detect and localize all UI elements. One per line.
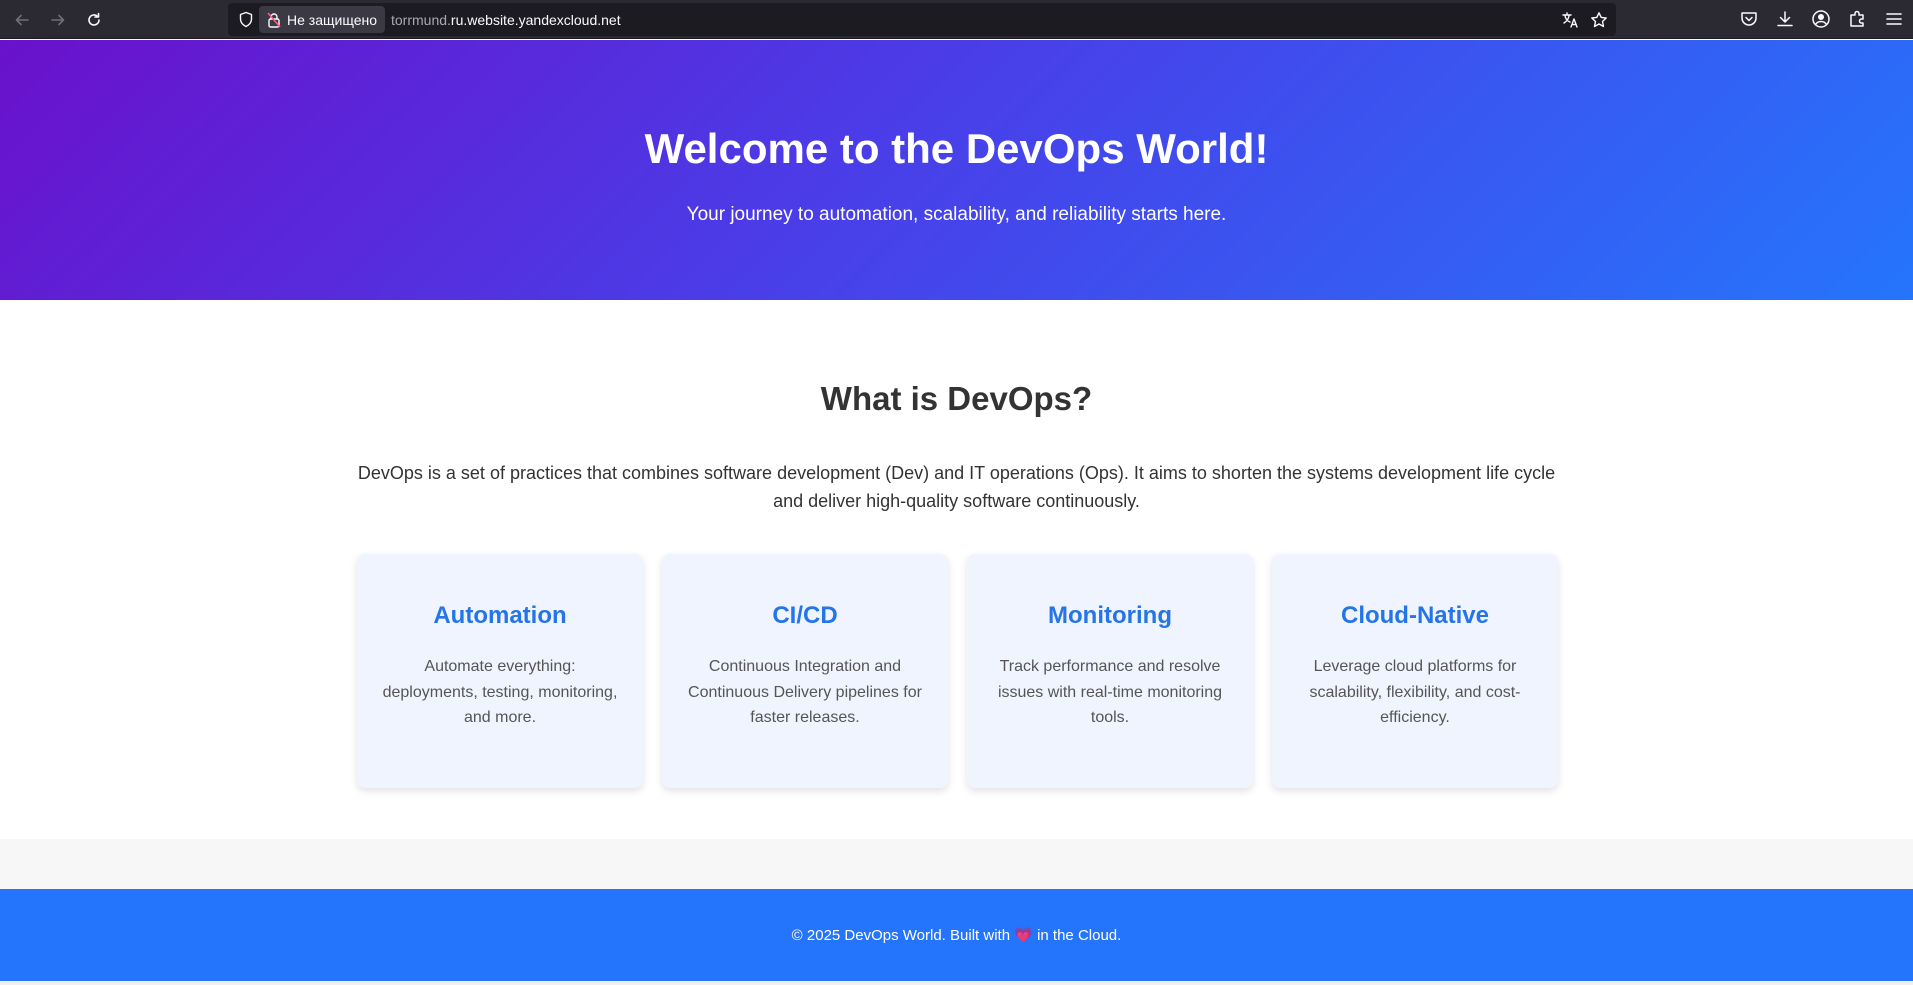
card-text: Leverage cloud platforms for scalability… [1309,658,1521,726]
section-title: What is DevOps? [820,380,1093,417]
pocket-icon [1741,12,1757,26]
reload-button[interactable] [80,6,108,34]
extensions-icon [1850,10,1864,27]
account-icon [1812,10,1830,28]
heart-icon: 💗 [1014,927,1033,944]
hero-subtitle: Your journey to automation, scalability,… [686,204,1227,225]
bottom-edge [0,981,1913,985]
card-title: Cloud-Native [1340,602,1489,629]
pocket-button[interactable] [1739,9,1759,29]
bookmark-star-icon [1591,12,1607,28]
menu-icon [1886,13,1902,25]
feature-card-cicd: CI/CD Continuous Integration and Continu… [662,554,948,788]
back-icon [15,14,29,26]
footer-prefix: © 2025 DevOps World. Built with [791,927,1011,944]
card-title: CI/CD [772,602,838,629]
footer-suffix: in the Cloud. [1037,927,1122,944]
extensions-button[interactable] [1847,9,1867,29]
feature-card-monitoring: Monitoring Track performance and resolve… [967,554,1253,788]
menu-button[interactable] [1884,9,1904,29]
url-subdomain: torrmund. [391,12,451,28]
forward-button[interactable] [44,6,72,34]
lock-slash-icon [267,11,281,28]
account-button[interactable] [1811,9,1831,29]
hero-banner: Welcome to the DevOps World! Your journe… [0,40,1913,300]
security-label: Не защищено [287,11,377,28]
hero-title: Welcome to the DevOps World! [644,125,1269,172]
translate-button[interactable] [1561,11,1579,29]
browser-toolbar: Не защищено torrmund.ru.website.yandexcl… [0,0,1913,39]
url-bar[interactable]: Не защищено torrmund.ru.website.yandexcl… [228,3,1616,36]
footer-text: © 2025 DevOps World. Built with 💗 in the… [0,926,1913,944]
feature-card-automation: Automation Automate everything: deployme… [357,554,643,788]
card-title: Monitoring [1048,602,1172,629]
reload-icon [88,12,100,26]
card-title: Automation [433,602,567,629]
forward-icon [51,14,65,26]
security-indicator[interactable]: Не защищено [259,6,385,33]
section-description: DevOps is a set of practices that combin… [357,463,1556,511]
downloads-button[interactable] [1775,9,1795,29]
spacer-band [0,839,1913,889]
url-domain: ru.website.yandexcloud.net [450,12,621,28]
back-button[interactable] [8,6,36,34]
footer: © 2025 DevOps World. Built with 💗 in the… [0,889,1913,981]
translate-icon [1562,12,1578,28]
card-text: Continuous Integration and Continuous De… [688,658,922,726]
shield-icon[interactable] [238,11,254,28]
url-text[interactable]: torrmund.ru.website.yandexcloud.net [391,12,621,28]
bookmark-button[interactable] [1590,11,1608,29]
feature-card-cloud-native: Cloud-Native Leverage cloud platforms fo… [1272,554,1558,788]
download-icon [1777,11,1793,27]
card-text: Automate everything: deployments, testin… [382,658,618,726]
card-text: Track performance and resolve issues wit… [997,658,1223,726]
